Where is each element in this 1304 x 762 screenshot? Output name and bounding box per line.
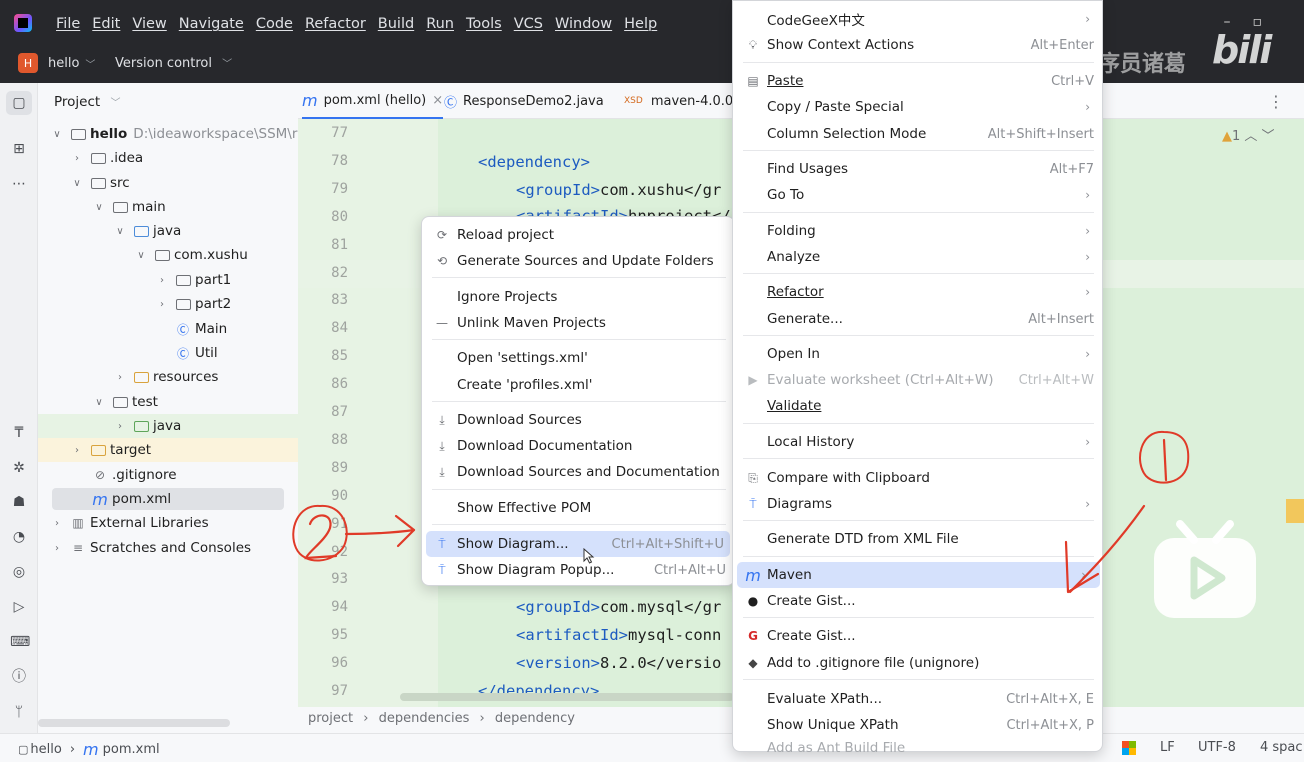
annotation-overlay — [292, 430, 1190, 594]
